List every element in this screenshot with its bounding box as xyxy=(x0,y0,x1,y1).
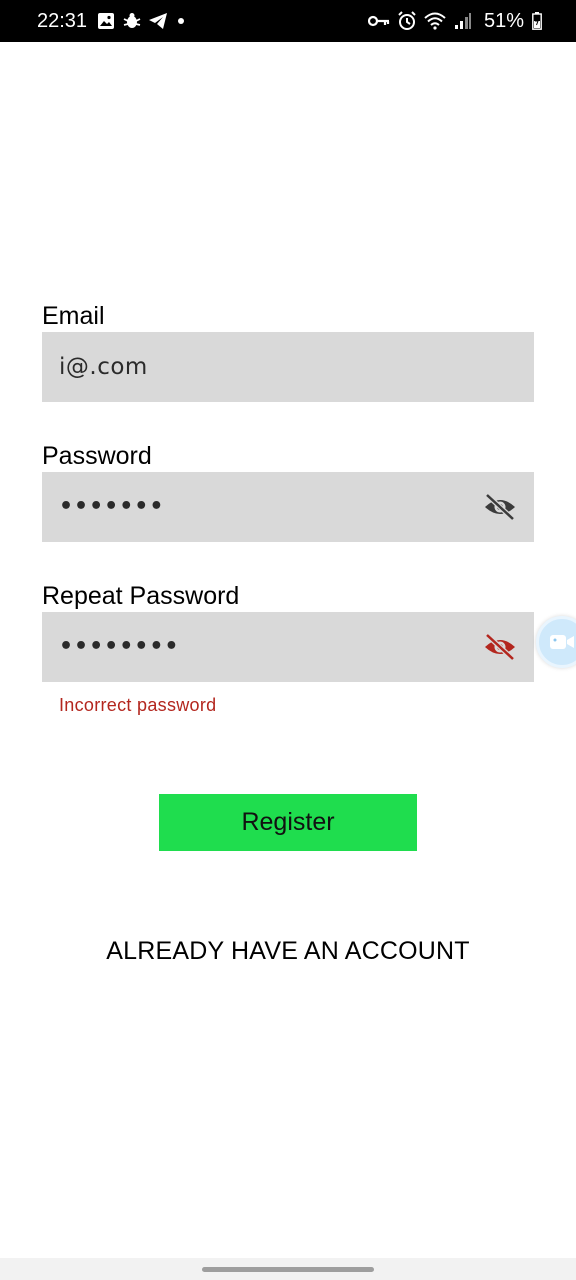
repeat-password-field[interactable]: •••••••• xyxy=(42,612,534,682)
status-system-icons: 51% xyxy=(367,9,542,33)
email-label: Email xyxy=(42,302,105,330)
eye-off-icon xyxy=(485,633,515,661)
register-button[interactable]: Register xyxy=(159,794,417,851)
bug-icon xyxy=(122,11,142,31)
password-input[interactable]: ••••••• xyxy=(59,472,164,542)
status-bar: 22:31 51% xyxy=(0,0,576,42)
signal-icon xyxy=(452,10,474,32)
repeat-password-input[interactable]: •••••••• xyxy=(59,612,180,682)
floating-video-bubble[interactable] xyxy=(536,616,576,668)
video-camera-icon xyxy=(550,635,574,649)
email-field[interactable] xyxy=(42,332,534,402)
home-gesture-handle[interactable] xyxy=(202,1267,374,1272)
password-field[interactable]: ••••••• xyxy=(42,472,534,542)
more-notifications-dot xyxy=(178,18,184,24)
wifi-icon xyxy=(424,10,446,32)
telegram-icon xyxy=(148,11,168,31)
eye-off-icon xyxy=(485,493,515,521)
password-visibility-toggle[interactable] xyxy=(483,492,517,522)
repeat-password-visibility-toggle[interactable] xyxy=(483,632,517,662)
repeat-password-error: Incorrect password xyxy=(59,695,217,715)
email-input[interactable] xyxy=(59,332,459,402)
battery-percent: 51% xyxy=(483,10,524,32)
status-time: 22:31 xyxy=(37,10,88,32)
repeat-password-label: Repeat Password xyxy=(42,582,240,610)
navigation-bar xyxy=(0,1258,576,1280)
alarm-icon xyxy=(396,10,418,32)
gallery-icon xyxy=(96,11,116,31)
already-have-account-link[interactable]: ALREADY HAVE AN ACCOUNT xyxy=(0,934,576,968)
battery-icon xyxy=(532,12,542,30)
key-icon xyxy=(367,10,390,32)
password-label: Password xyxy=(42,442,152,470)
status-notification-icons xyxy=(96,11,184,31)
